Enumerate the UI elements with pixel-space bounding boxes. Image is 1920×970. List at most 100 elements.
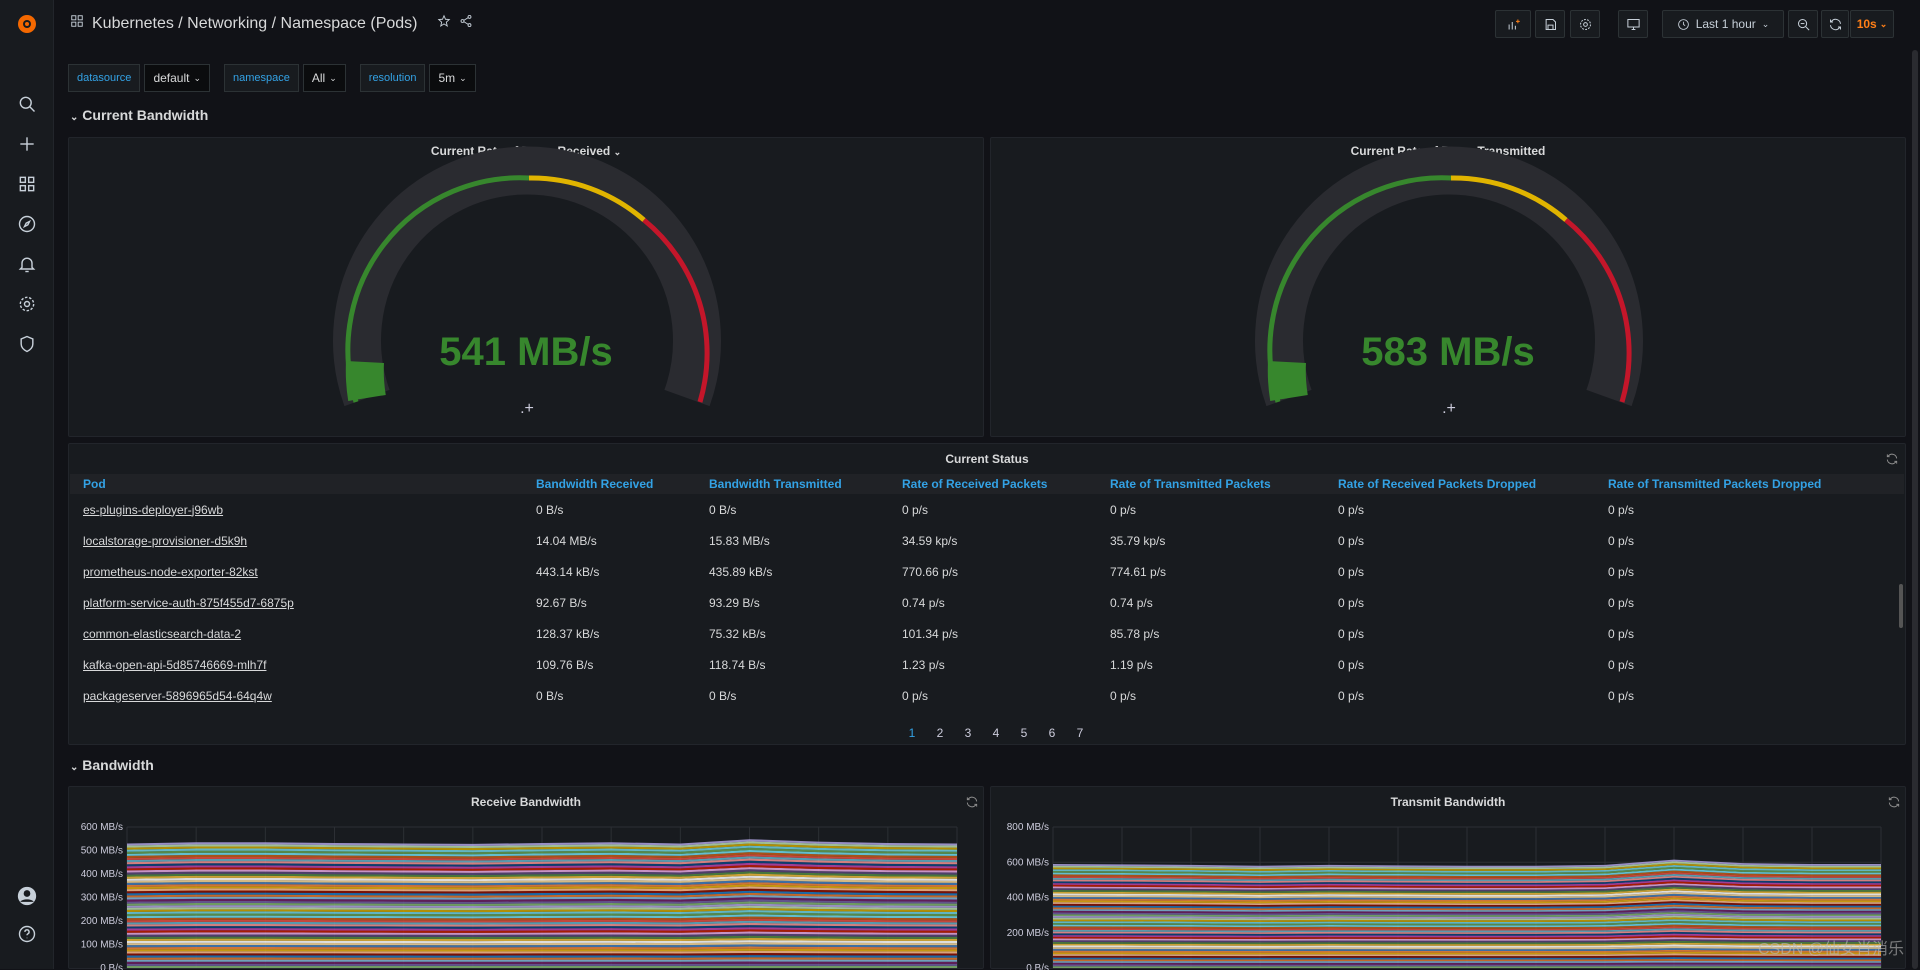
alerting-bell-icon[interactable]	[15, 252, 39, 276]
table-cell: 0 p/s	[1338, 680, 1608, 711]
table-cell: 0 B/s	[709, 494, 902, 525]
pod-link[interactable]: es-plugins-deployer-j96wb	[70, 494, 536, 525]
refresh-interval-label: 10s	[1857, 17, 1877, 31]
page-4-button[interactable]: 4	[982, 726, 1010, 740]
gauge-value: 541 MB/s	[69, 330, 983, 375]
gear-icon	[1578, 17, 1593, 32]
page-scrollbar[interactable]	[1912, 50, 1918, 969]
tv-mode-button[interactable]	[1618, 10, 1648, 38]
star-icon[interactable]	[437, 14, 451, 33]
table-cell: 118.74 B/s	[709, 649, 902, 680]
refresh-interval-picker[interactable]: 10s ⌄	[1850, 10, 1894, 38]
dashboards-icon[interactable]	[15, 172, 39, 196]
receive-bandwidth-panel: Receive Bandwidth 600 MB/s500 MB/s400 MB…	[68, 786, 984, 969]
page-7-button[interactable]: 7	[1066, 726, 1094, 740]
gauge-panel-received[interactable]: Current Rate of Bytes Received ⌄ .+ 541 …	[68, 137, 984, 437]
column-header-received-dropped[interactable]: Rate of Received Packets Dropped	[1338, 474, 1608, 494]
user-avatar-icon[interactable]	[15, 884, 39, 908]
page-5-button[interactable]: 5	[1010, 726, 1038, 740]
gauge-transmitted: .+	[991, 138, 1907, 438]
y-tick-label: 300 MB/s	[81, 893, 123, 904]
table-cell: 0 p/s	[902, 494, 1110, 525]
plus-icon[interactable]	[15, 132, 39, 156]
series-area	[1053, 964, 1881, 966]
series-area	[127, 966, 957, 968]
pod-link[interactable]: kafka-open-api-5d85746669-mlh7f	[70, 649, 536, 680]
status-table: Pod Bandwidth Received Bandwidth Transmi…	[70, 474, 1904, 711]
search-icon[interactable]	[15, 92, 39, 116]
receive-bandwidth-chart[interactable]: 600 MB/s500 MB/s400 MB/s300 MB/s200 MB/s…	[69, 787, 985, 970]
monitor-icon	[1626, 17, 1641, 32]
table-cell: 34.59 kp/s	[902, 525, 1110, 556]
column-header-transmitted-packets[interactable]: Rate of Transmitted Packets	[1110, 474, 1338, 494]
chevron-down-icon: ⌄	[1880, 19, 1888, 30]
column-header-received-packets[interactable]: Rate of Received Packets	[902, 474, 1110, 494]
table-cell: 109.76 B/s	[536, 649, 709, 680]
gauge-received: .+	[69, 138, 985, 438]
save-dashboard-button[interactable]	[1535, 10, 1565, 38]
add-panel-button[interactable]	[1495, 10, 1531, 38]
table-row: es-plugins-deployer-j96wb0 B/s0 B/s0 p/s…	[70, 494, 1904, 525]
variable-label-resolution: resolution	[360, 64, 426, 92]
variable-label-namespace: namespace	[224, 64, 299, 92]
pod-link[interactable]: localstorage-provisioner-d5k9h	[70, 525, 536, 556]
table-cell: 0 B/s	[709, 680, 902, 711]
share-icon[interactable]	[459, 14, 473, 33]
breadcrumb[interactable]: Kubernetes / Networking / Namespace (Pod…	[92, 15, 417, 33]
column-header-transmitted-dropped[interactable]: Rate of Transmitted Packets Dropped	[1608, 474, 1904, 494]
gauge-panel-transmitted[interactable]: Current Rate of Bytes Transmitted .+ 583…	[990, 137, 1906, 437]
chevron-down-icon: ⌄	[193, 73, 201, 84]
table-cell: 0 p/s	[1608, 556, 1904, 587]
column-header-bandwidth-received[interactable]: Bandwidth Received	[536, 474, 709, 494]
help-icon[interactable]	[15, 922, 39, 946]
panel-refresh-icon[interactable]	[1885, 452, 1899, 466]
chevron-down-icon: ⌄	[70, 112, 78, 123]
page-2-button[interactable]: 2	[926, 726, 954, 740]
table-cell: 770.66 p/s	[902, 556, 1110, 587]
page-6-button[interactable]: 6	[1038, 726, 1066, 740]
explore-compass-icon[interactable]	[15, 212, 39, 236]
table-cell: 0 p/s	[1338, 618, 1608, 649]
table-row: kafka-open-api-5d85746669-mlh7f109.76 B/…	[70, 649, 1904, 680]
table-cell: 93.29 B/s	[709, 587, 902, 618]
table-cell: 0 p/s	[1338, 494, 1608, 525]
variable-select-resolution[interactable]: 5m⌄	[429, 64, 475, 92]
table-cell: 443.14 kB/s	[536, 556, 709, 587]
time-range-picker[interactable]: Last 1 hour ⌄	[1662, 10, 1784, 38]
server-admin-shield-icon[interactable]	[15, 332, 39, 356]
table-cell: 0 p/s	[1608, 525, 1904, 556]
page-3-button[interactable]: 3	[954, 726, 982, 740]
template-variables: datasource default⌄ namespace All ⌄ resol…	[68, 64, 490, 92]
add-panel-icon	[1506, 17, 1521, 32]
series-area	[127, 962, 957, 964]
refresh-button[interactable]	[1821, 10, 1849, 38]
dashboard-settings-button[interactable]	[1570, 10, 1600, 38]
table-row: prometheus-node-exporter-82kst443.14 kB/…	[70, 556, 1904, 587]
pod-link[interactable]: common-elasticsearch-data-2	[70, 618, 536, 649]
table-cell: 101.34 p/s	[902, 618, 1110, 649]
pod-link[interactable]: prometheus-node-exporter-82kst	[70, 556, 536, 587]
series-area	[127, 955, 957, 958]
panel-title[interactable]: Current Status	[69, 452, 1905, 466]
pod-link[interactable]: platform-service-auth-875f455d7-6875p	[70, 587, 536, 618]
row-bandwidth[interactable]: ⌄ Bandwidth	[70, 757, 154, 773]
table-cell: 0 p/s	[1608, 618, 1904, 649]
zoom-out-button[interactable]	[1788, 10, 1818, 38]
grafana-logo-icon[interactable]	[15, 12, 39, 36]
y-tick-label: 400 MB/s	[81, 869, 123, 880]
table-cell: 0 p/s	[1338, 587, 1608, 618]
variable-value: All	[312, 71, 325, 85]
table-cell: 75.32 kB/s	[709, 618, 902, 649]
variable-label-datasource: datasource	[68, 64, 140, 92]
column-header-bandwidth-transmitted[interactable]: Bandwidth Transmitted	[709, 474, 902, 494]
variable-select-namespace[interactable]: All ⌄	[303, 64, 346, 92]
row-current-bandwidth[interactable]: ⌄ Current Bandwidth	[70, 107, 208, 123]
page-1-button[interactable]: 1	[898, 726, 926, 740]
variable-select-datasource[interactable]: default⌄	[144, 64, 210, 92]
configuration-gear-icon[interactable]	[15, 292, 39, 316]
chevron-down-icon: ⌄	[329, 73, 337, 84]
column-header-pod[interactable]: Pod	[70, 474, 536, 494]
y-tick-label: 800 MB/s	[1007, 822, 1049, 833]
sidebar	[0, 0, 54, 969]
pod-link[interactable]: packageserver-5896965d54-64q4w	[70, 680, 536, 711]
